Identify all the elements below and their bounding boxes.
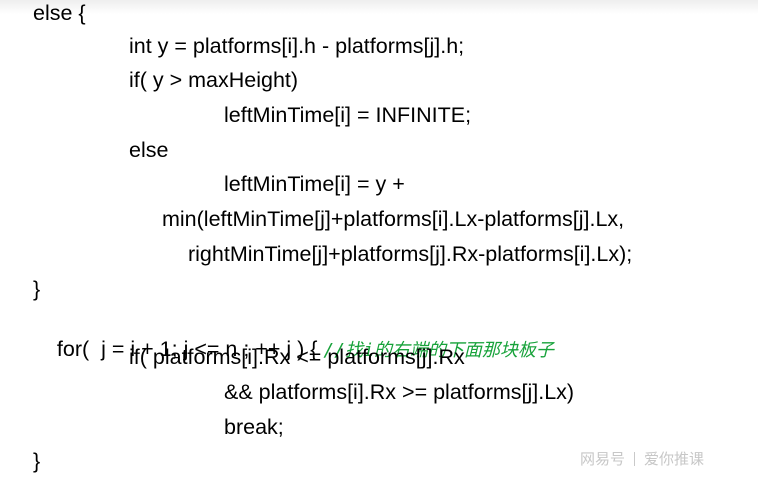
code-block: else { int y = platforms[i].h - platform… xyxy=(0,0,758,480)
code-line: rightMinTime[j]+platforms[j].Rx-platform… xyxy=(188,242,633,266)
watermark: 网易号 爱你推课 xyxy=(580,448,704,469)
code-line: break; xyxy=(224,415,284,439)
code-line: else xyxy=(129,138,169,162)
watermark-brand: 网易号 xyxy=(580,451,626,468)
code-line: int y = platforms[i].h - platforms[j].h; xyxy=(129,34,465,58)
code-line: leftMinTime[i] = INFINITE; xyxy=(224,103,472,127)
code-line: else { xyxy=(33,1,86,25)
watermark-author: 爱你推课 xyxy=(644,451,705,468)
code-line: } xyxy=(33,449,41,473)
watermark-divider xyxy=(634,452,636,466)
code-line: } xyxy=(33,277,41,301)
code-line: if( y > maxHeight) xyxy=(129,68,299,92)
code-line: leftMinTime[i] = y + xyxy=(224,172,405,196)
code-line: && platforms[i].Rx >= platforms[j].Lx) xyxy=(224,380,575,404)
code-line: min(leftMinTime[j]+platforms[i].Lx-platf… xyxy=(162,207,625,231)
code-line: if( platforms[i].Rx <= platforms[j].Rx xyxy=(129,345,465,369)
